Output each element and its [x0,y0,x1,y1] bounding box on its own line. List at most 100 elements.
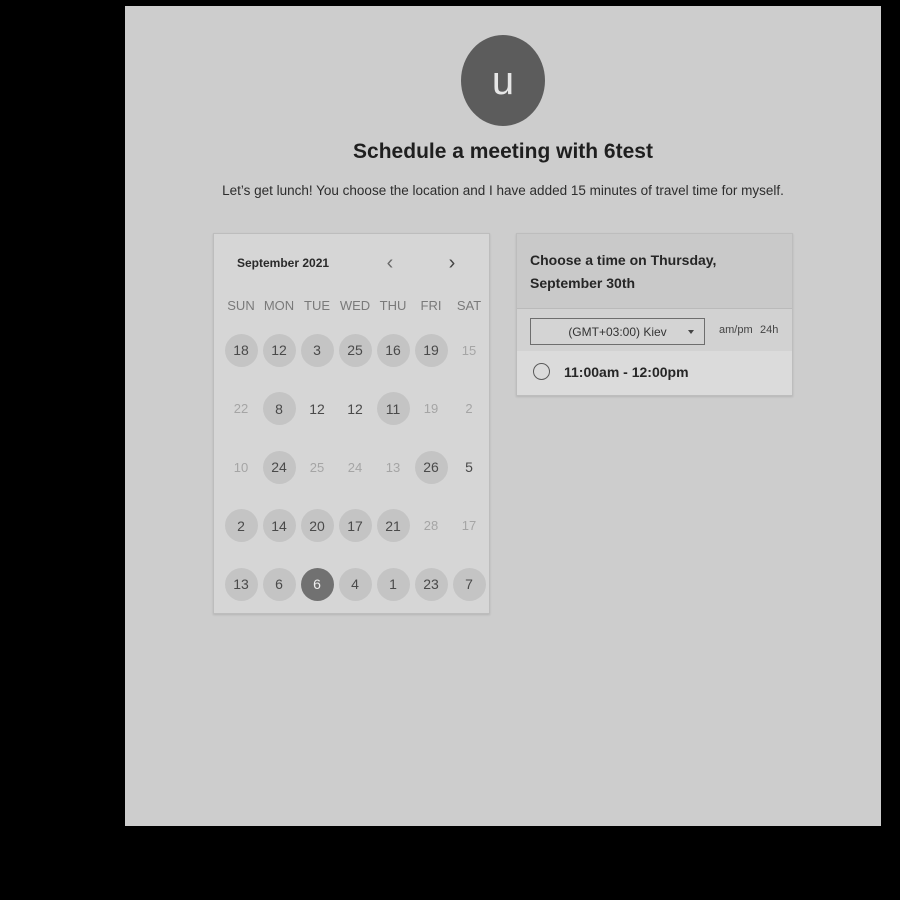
avatar-initial: u [491,58,515,103]
calendar-day: 25 [298,448,336,486]
day-number: 2 [465,401,473,416]
day-number: 19 [423,401,439,416]
day-number: 18 [224,333,258,367]
weekday-label: FRI [420,298,442,313]
chevron-right-icon: › [448,251,456,274]
chevron-left-icon: ‹ [386,251,394,274]
day-number: 1 [376,567,410,601]
day-number: 16 [376,333,410,367]
page-subtitle: Let’s get lunch! You choose the location… [222,183,784,198]
calendar-day: 12 [298,390,336,428]
day-number: 17 [461,518,477,533]
calendar-day[interactable]: 8 [260,390,298,428]
day-number: 24 [262,450,296,484]
calendar-day[interactable]: 18 [222,331,260,369]
calendar-day: 17 [450,507,488,545]
calendar-day[interactable]: 20 [298,507,336,545]
timezone-select[interactable]: (GMT+03:00) Kiev [530,318,705,345]
time-panel-heading: Choose a time on Thursday, September 30t… [530,252,717,291]
day-number: 15 [461,342,477,358]
calendar-month-label: September 2021 [237,256,330,270]
calendar-day[interactable]: 11 [374,390,412,428]
calendar-day[interactable]: 23 [412,565,450,603]
day-number: 20 [300,509,334,542]
day-number: 4 [338,567,372,601]
day-number: 21 [376,509,410,542]
weekday-label: TUE [304,298,330,313]
day-number: 23 [414,567,448,601]
day-number: 10 [233,459,249,475]
day-number: 26 [414,450,448,484]
calendar-day[interactable]: 25 [336,331,374,369]
weekday-header: SUN MON TUE WED THU FRI SAT [222,298,488,314]
day-number: 22 [233,401,249,416]
day-number: 2 [224,509,258,542]
scheduling-page: u Schedule a meeting with 6test Let’s ge… [125,6,881,826]
weekday-label: SAT [456,298,482,313]
calendar-day[interactable]: 3 [298,331,336,369]
calendar-day: 19 [412,390,450,428]
day-number: 13 [385,459,401,475]
selected-day[interactable]: 6 [298,565,336,603]
calendar-day: 24 [336,448,374,486]
timezone-value: (GMT+03:00) Kiev [568,324,667,339]
calendar-day: 15 [450,331,488,369]
day-number: 12 [309,400,325,417]
day-number: 28 [423,518,439,533]
radio-icon[interactable] [533,363,550,380]
day-number: 12 [347,400,363,417]
calendar-day: 5 [450,448,488,486]
weekday-label: THU [379,298,407,313]
calendar-day[interactable]: 12 [260,331,298,369]
day-number: 19 [414,333,448,367]
avatar: u [461,35,545,126]
calendar-day[interactable]: 16 [374,331,412,369]
calendar-day: 13 [374,448,412,486]
calendar-day[interactable]: 4 [336,565,374,603]
calendar-day[interactable]: 17 [336,507,374,545]
prev-month-button[interactable]: ‹ [379,252,401,274]
day-number: 24 [347,459,363,475]
calendar-day[interactable]: 21 [374,507,412,545]
day-number: 11 [376,392,410,425]
format-24h-toggle[interactable]: 24h [760,324,778,336]
calendar-day[interactable]: 7 [450,565,488,603]
calendar-day: 2 [450,390,488,428]
time-slot-label: 11:00am - 12:00pm [564,364,689,380]
calendar-day[interactable]: 13 [222,565,260,603]
calendar-day[interactable]: 1 [374,565,412,603]
weekday-label: WED [339,298,371,313]
day-number: 6 [300,567,334,601]
calendar-day: 28 [412,507,450,545]
day-number: 13 [224,567,258,601]
day-number: 12 [262,333,296,367]
weekday-label: SUN [227,298,255,313]
day-number: 25 [338,333,372,367]
caret-down-icon [688,330,694,334]
weekday-label: MON [263,298,295,313]
day-number: 17 [338,509,372,542]
calendar-day: 12 [336,390,374,428]
day-number: 7 [452,567,486,601]
day-number: 6 [262,567,296,601]
calendar-day[interactable]: 19 [412,331,450,369]
date-picker: September 2021 ‹ › SUN MON TUE WED THU FRI SAT… [213,233,490,614]
time-panel-header: Choose a time on Thursday, September 30t… [517,234,792,309]
calendar-day: 22 [222,390,260,428]
calendar-day[interactable]: 2 [222,507,260,545]
time-slot[interactable]: 11:00am - 12:00pm [517,351,792,395]
day-number: 25 [309,459,325,475]
day-number: 5 [465,459,473,475]
calendar-day: 10 [222,448,260,486]
format-ampm-toggle[interactable]: am/pm [719,324,753,336]
calendar-days-grid: 18 12 3 25 16 19 15 22 8 12 12 11 19 2 10 24 25 24 13 26 5 2 1… [222,331,488,624]
next-month-button[interactable]: › [441,252,463,274]
calendar-day[interactable]: 26 [412,448,450,486]
calendar-day[interactable]: 14 [260,507,298,545]
time-picker-panel: Choose a time on Thursday, September 30t… [516,233,793,396]
day-number: 3 [300,333,334,367]
day-number: 8 [262,392,296,425]
calendar-day[interactable]: 6 [260,565,298,603]
calendar-day[interactable]: 24 [260,448,298,486]
day-number: 14 [262,509,296,542]
